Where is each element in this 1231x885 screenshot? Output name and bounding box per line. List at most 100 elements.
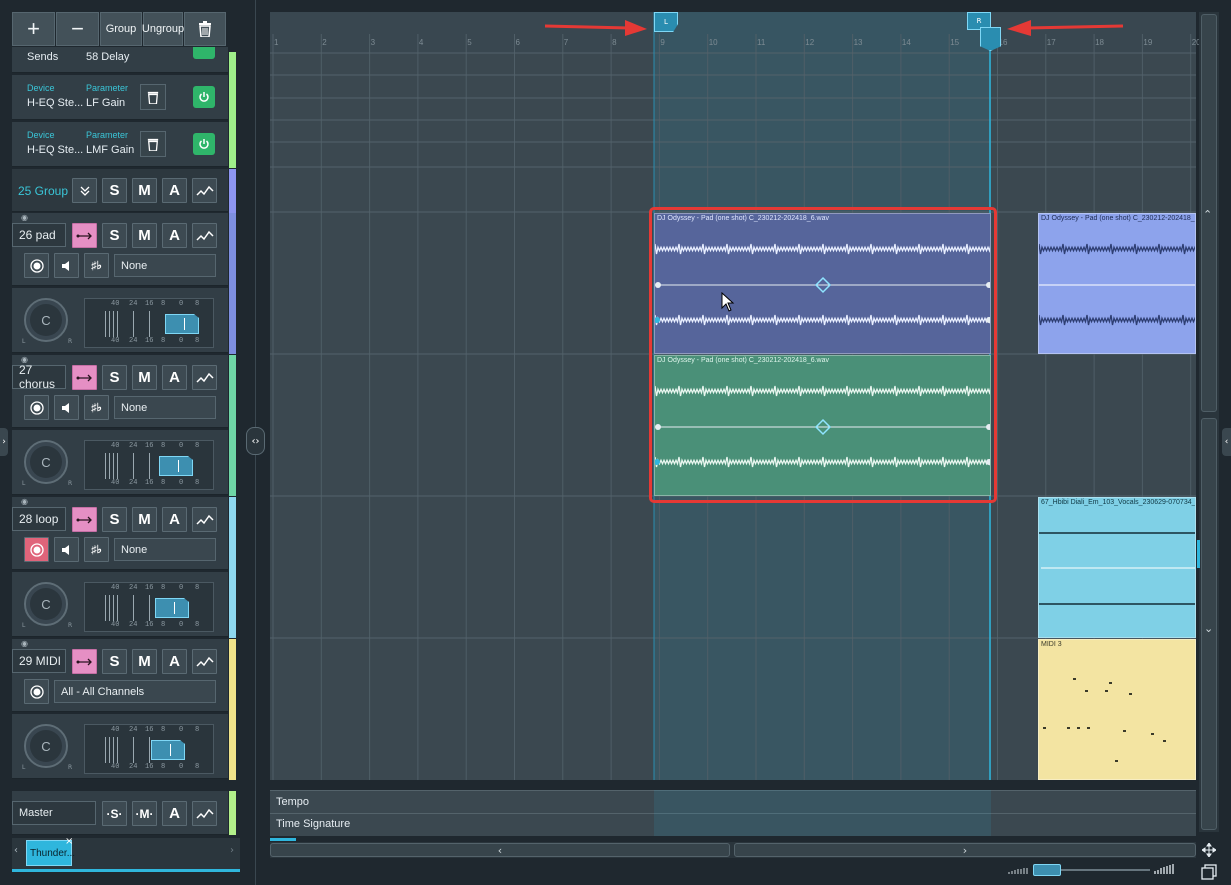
group-button[interactable]: Group [100, 12, 142, 46]
track-3-input-select[interactable]: None [114, 538, 216, 561]
clip-midi[interactable]: MIDI 3 [1038, 639, 1196, 780]
master-solo-button[interactable]: ·S· [102, 801, 127, 826]
track-3-monitor-button[interactable] [54, 537, 79, 562]
track-2-pan-knob[interactable]: C [24, 440, 68, 484]
track-1-curve-button[interactable] [192, 223, 217, 248]
track-2-curve-button[interactable] [192, 365, 217, 390]
track-3-mute-button[interactable]: M [132, 507, 157, 532]
track-3-input-monitor-button[interactable] [72, 507, 97, 532]
track-4-solo-button[interactable]: S [102, 649, 127, 674]
playhead-marker[interactable] [980, 27, 1001, 51]
track-4-record-button[interactable] [24, 679, 49, 704]
track-1-pan-knob[interactable]: C [24, 298, 68, 342]
track-1-mute-button[interactable]: M [132, 223, 157, 248]
group-mute-button[interactable]: M [132, 178, 157, 203]
group-solo-button[interactable]: S [102, 178, 127, 203]
track-2-volume-fader[interactable] [159, 456, 193, 476]
track-4-curve-button[interactable] [192, 649, 217, 674]
visibility-eye-icon[interactable]: ◉ [21, 639, 28, 648]
track-1-monitor-button[interactable] [54, 253, 79, 278]
track-4-name[interactable]: 29 MIDI [12, 649, 66, 673]
track-4-input-monitor-button[interactable] [72, 649, 97, 674]
device-value-2[interactable]: H-EQ Ste... [27, 144, 83, 156]
master-mute-button[interactable]: ·M· [132, 801, 157, 826]
track-4-volume-meter[interactable]: 40 40 24 24 16 16 8 8 0 0 8 8 [84, 724, 214, 774]
remove-track-button[interactable]: − [56, 12, 99, 46]
param-value-2[interactable]: LMF Gain [86, 144, 134, 156]
track-3-volume-meter[interactable]: 40 40 24 24 16 16 8 8 0 0 8 8 [84, 582, 214, 632]
track-4-mute-button[interactable]: M [132, 649, 157, 674]
delete-track-button[interactable] [184, 12, 226, 46]
track-3-curve-button[interactable] [192, 507, 217, 532]
group-automation-button[interactable]: A [162, 178, 187, 203]
group-collapse-button[interactable] [72, 178, 97, 203]
track-2-pitch-button[interactable]: ♯♭ [84, 395, 109, 420]
left-collapse-toggle[interactable]: › [0, 428, 8, 456]
loop-left-marker[interactable]: L [654, 12, 678, 32]
track-2-automation-button[interactable]: A [162, 365, 187, 390]
automation-power-button-2[interactable] [193, 133, 215, 155]
tab-close-icon[interactable]: × [65, 836, 73, 847]
sends-value[interactable]: 58 Delay [86, 51, 129, 63]
add-track-button[interactable]: + [12, 12, 55, 46]
track-1-solo-button[interactable]: S [102, 223, 127, 248]
delete-automation-button-1[interactable] [140, 84, 166, 110]
right-collapse-toggle[interactable]: ‹ [1222, 428, 1231, 456]
track-3-automation-button[interactable]: A [162, 507, 187, 532]
zoom-slider-handle[interactable] [1033, 864, 1061, 876]
tab-scroll-left[interactable]: ‹ [14, 845, 18, 856]
track-1-name[interactable]: 26 pad [12, 223, 66, 247]
track-1-automation-button[interactable]: A [162, 223, 187, 248]
sends-power-button[interactable] [193, 47, 215, 59]
track-2-volume-meter[interactable]: 40 40 24 24 16 16 8 8 0 0 8 8 [84, 440, 214, 490]
track-4-pan-knob[interactable]: C [24, 724, 68, 768]
zoom-out-icon[interactable] [1008, 864, 1030, 876]
track-1-input-monitor-button[interactable] [72, 223, 97, 248]
window-mode-icon[interactable] [1201, 864, 1217, 880]
fit-view-icon[interactable] [1200, 842, 1217, 858]
track-1-input-select[interactable]: None [114, 254, 216, 277]
track-4-input-select[interactable]: All - All Channels [54, 680, 216, 703]
tempo-lane-label[interactable]: Tempo [276, 796, 309, 808]
track-3-name[interactable]: 28 loop [12, 507, 66, 531]
visibility-eye-icon[interactable]: ◉ [21, 213, 28, 222]
track-1-volume-meter[interactable]: 40 40 24 24 16 16 8 8 0 0 8 8 [84, 298, 214, 348]
track-2-mute-button[interactable]: M [132, 365, 157, 390]
track-1-volume-fader[interactable] [165, 314, 199, 334]
automation-power-button-1[interactable] [193, 86, 215, 108]
delete-automation-button-2[interactable] [140, 131, 166, 157]
vscroll-down-icon[interactable]: ⌄ [1204, 622, 1213, 635]
track-3-pan-knob[interactable]: C [24, 582, 68, 626]
time-signature-lane-label[interactable]: Time Signature [276, 818, 350, 830]
track-3-record-button[interactable] [24, 537, 49, 562]
group-curve-button[interactable] [192, 178, 217, 203]
hscroll-thumb-right[interactable]: › [734, 843, 1196, 857]
track-2-solo-button[interactable]: S [102, 365, 127, 390]
track-3-pitch-button[interactable]: ♯♭ [84, 537, 109, 562]
master-curve-button[interactable] [192, 801, 217, 826]
clip-pad-2[interactable]: DJ Odyssey - Pad (one shot) C_230212-202… [1038, 213, 1196, 354]
ungroup-button[interactable]: Ungroup [142, 12, 184, 46]
track-2-record-button[interactable] [24, 395, 49, 420]
param-value-1[interactable]: LF Gain [86, 97, 125, 109]
device-value-1[interactable]: H-EQ Ste... [27, 97, 83, 109]
clip-vocals[interactable]: 67_Hbibi Diali_Em_103_Vocals_230629-0707… [1038, 497, 1196, 638]
track-2-monitor-button[interactable] [54, 395, 79, 420]
track-1-pitch-button[interactable]: ♯♭ [84, 253, 109, 278]
master-name[interactable]: Master [12, 801, 96, 825]
track-4-automation-button[interactable]: A [162, 649, 187, 674]
master-automation-button[interactable]: A [162, 801, 187, 826]
hscroll-thumb-left[interactable]: ‹ [270, 843, 730, 857]
track-2-name[interactable]: 27 chorus [12, 363, 66, 391]
track-2-input-select[interactable]: None [114, 396, 216, 419]
visibility-eye-icon[interactable]: ◉ [21, 497, 28, 506]
track-2-input-monitor-button[interactable] [72, 365, 97, 390]
tab-scroll-right[interactable]: › [230, 845, 234, 856]
splitter-toggle[interactable]: ‹› [246, 427, 265, 455]
vscroll-up-icon[interactable]: ⌃ [1203, 208, 1212, 221]
track-1-record-button[interactable] [24, 253, 49, 278]
track-4-volume-fader[interactable] [151, 740, 185, 760]
zoom-in-icon[interactable] [1154, 862, 1176, 878]
track-3-volume-fader[interactable] [155, 598, 189, 618]
track-3-solo-button[interactable]: S [102, 507, 127, 532]
